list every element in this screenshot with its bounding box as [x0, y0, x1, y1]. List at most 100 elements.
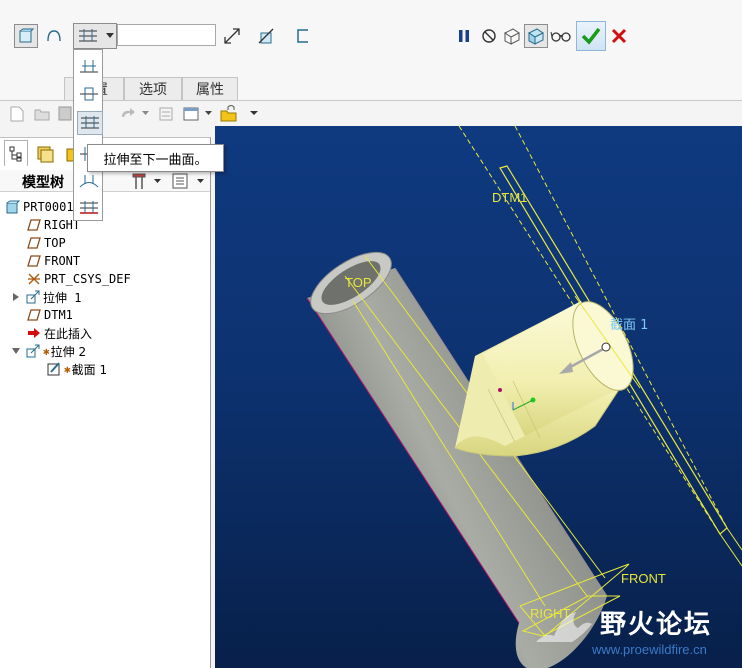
cancel-button[interactable] [607, 24, 631, 48]
section-label: 截面 1 [610, 318, 648, 333]
collapse-arrow-icon[interactable] [11, 346, 21, 356]
glasses-button[interactable] [549, 24, 573, 48]
sketch-icon [46, 361, 62, 377]
tree-item-extrude2[interactable]: ✱ 拉伸 2 [11, 342, 86, 360]
to-next-icon [81, 116, 99, 129]
ok-button[interactable] [576, 21, 606, 51]
pause-icon [459, 30, 469, 42]
save-icon[interactable] [58, 106, 72, 122]
tree-icon [9, 146, 22, 161]
tree-item-csys[interactable]: PRT_CSYS_DEF [26, 270, 131, 288]
tree-item-section1[interactable]: ✱ 截面 1 [46, 360, 107, 378]
expand-arrow-icon[interactable] [11, 292, 21, 302]
surface-icon [47, 30, 61, 42]
depth-option-to-selected[interactable] [77, 196, 101, 218]
csys-icon [26, 271, 42, 287]
surface-button[interactable] [42, 24, 66, 48]
chevron-down-icon[interactable] [197, 179, 204, 184]
remove-material-button[interactable] [254, 24, 278, 48]
window-icon[interactable] [183, 106, 199, 122]
tree-settings-icon[interactable] [130, 172, 148, 190]
tab-properties[interactable]: 属性 [182, 77, 238, 100]
tree-item-right[interactable]: RIGHT [26, 216, 80, 234]
modified-asterisk-icon: ✱ [64, 362, 71, 376]
tree-item-front[interactable]: FRONT [26, 252, 80, 270]
extrude2-preview [454, 301, 634, 457]
through-until-icon [79, 175, 99, 188]
dtm1-label: DTM1 [492, 190, 527, 205]
tree-item-label: FRONT [44, 254, 81, 268]
folder-browser-icon [37, 146, 54, 163]
chevron-down-icon[interactable] [250, 111, 258, 116]
preview-icon [504, 28, 520, 45]
tree-item-label: 在此插入 [44, 326, 93, 341]
tree-item-extrude1[interactable]: 拉伸 1 [11, 288, 81, 306]
tree-item-label: PRT_CSYS_DEF [44, 272, 131, 286]
forum-watermark: 野火论坛 www.proewildfire.cn [530, 598, 742, 668]
model-tree-title: 模型树 [22, 175, 64, 191]
tree-filters-icon[interactable] [171, 172, 189, 190]
watermark-title: 野火论坛 [600, 610, 713, 640]
preview-button[interactable] [500, 24, 524, 48]
depth-option-through-until[interactable] [77, 170, 101, 192]
tree-item-dtm1[interactable]: DTM1 [26, 306, 73, 324]
open-folder-icon[interactable] [34, 106, 50, 122]
no-preview-button[interactable] [477, 24, 501, 48]
glasses-icon [550, 31, 571, 42]
depth-option-to-next[interactable] [77, 111, 103, 135]
model-tree-panel: 模型树 PRT0001.PRT RIGHT TOP FRONT PRT_CSYS… [0, 137, 211, 668]
tab-model-tree[interactable] [4, 140, 28, 166]
datum-plane-icon [26, 253, 42, 269]
front-label: FRONT [621, 571, 666, 586]
blind-depth-icon [80, 60, 98, 73]
watermark-url: www.proewildfire.cn [592, 642, 707, 657]
close-icon [611, 28, 627, 44]
tree-item-label: 截面 1 [71, 362, 108, 377]
flip-direction-icon [224, 28, 240, 44]
tab-folder-browser[interactable] [33, 142, 57, 166]
chevron-down-icon[interactable] [142, 111, 149, 116]
chevron-down-icon[interactable] [154, 179, 161, 184]
main-toolbar [0, 101, 258, 127]
regenerate-icon[interactable] [158, 106, 174, 122]
model-tree-header: 模型树 [0, 170, 210, 192]
graphics-viewport[interactable]: DTM1 TOP 截面 1 FRONT RIGHT [215, 126, 742, 668]
flame-logo-icon [536, 612, 592, 642]
tree-item-insert-here[interactable]: 在此插入 [26, 324, 92, 342]
modified-asterisk-icon: ✱ [43, 344, 50, 358]
depth-option-dropdown[interactable] [73, 23, 117, 49]
datum-plane-icon [26, 217, 42, 233]
depth-option-symmetric[interactable] [77, 83, 101, 105]
tree-item-top[interactable]: TOP [26, 234, 66, 252]
redo-icon[interactable] [120, 107, 136, 121]
verify-icon [528, 28, 544, 45]
solid-icon [19, 28, 34, 43]
depth-option-blind[interactable] [77, 55, 101, 77]
thicken-sketch-button[interactable] [291, 24, 315, 48]
solid-button[interactable] [14, 24, 38, 48]
flip-direction-button[interactable] [220, 24, 244, 48]
checkmark-icon [581, 27, 601, 45]
to-selected-icon [80, 201, 98, 214]
extrude-icon [25, 289, 41, 305]
insert-arrow-icon [26, 325, 42, 341]
chevron-down-icon[interactable] [205, 111, 212, 116]
thicken-icon [297, 29, 308, 43]
tree-item-label: DTM1 [44, 308, 73, 322]
symmetric-icon [80, 87, 98, 101]
pause-button[interactable] [452, 24, 476, 48]
datum-plane-icon [26, 307, 42, 323]
tree-item-label: 拉伸 1 [43, 290, 82, 305]
depth-value-input[interactable] [117, 24, 216, 46]
datum-plane-icon [26, 235, 42, 251]
top-label: TOP [345, 275, 372, 290]
depth-options-menu [73, 49, 103, 221]
extrude-dashboard: 放置 选项 属性 [0, 0, 742, 101]
tab-options[interactable]: 选项 [124, 77, 182, 100]
tree-item-label: 拉伸 2 [50, 344, 87, 359]
new-file-icon[interactable] [10, 106, 24, 122]
remove-material-icon [258, 28, 274, 44]
verify-button[interactable] [524, 24, 548, 48]
lock-folder-icon[interactable] [219, 104, 237, 122]
part-icon [5, 199, 21, 215]
